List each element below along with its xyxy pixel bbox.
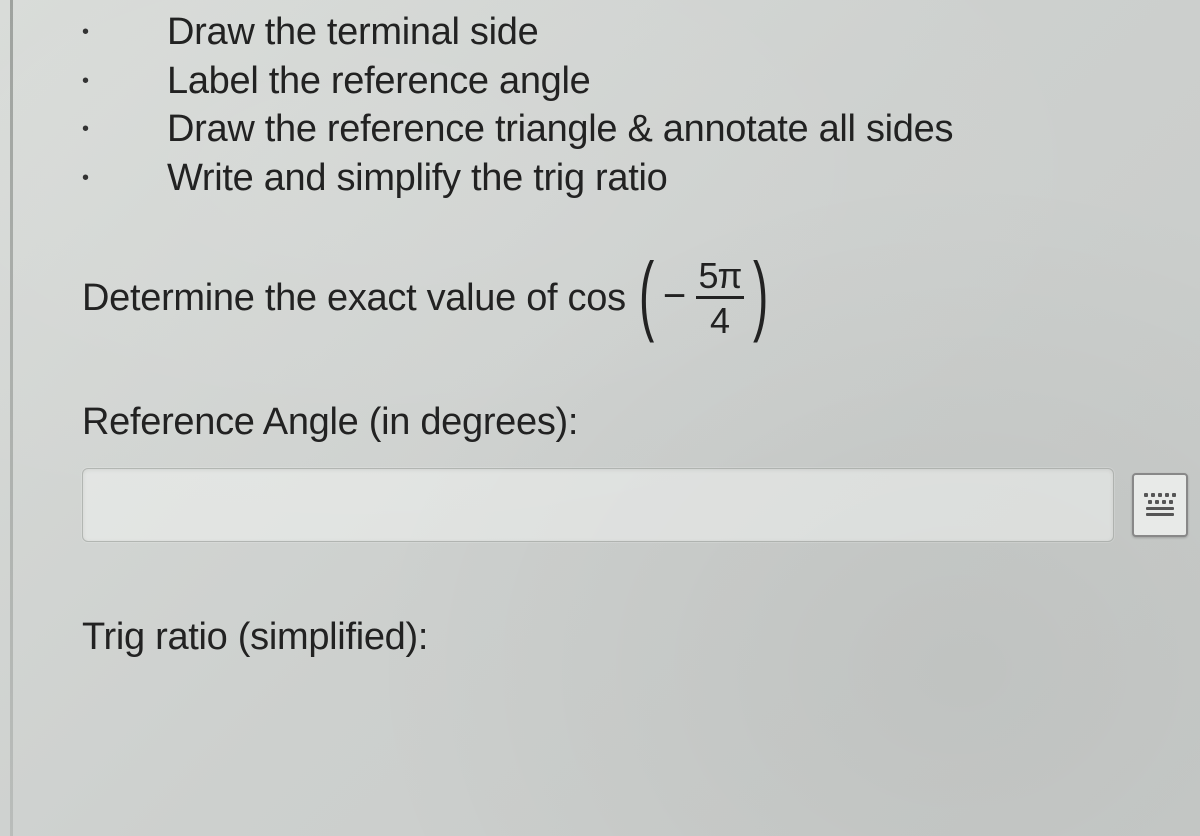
- left-paren: (: [639, 254, 654, 333]
- instruction-list: Draw the terminal side Label the referen…: [82, 8, 1180, 203]
- math-expression: − 5π 4: [661, 258, 746, 339]
- list-item: Write and simplify the trig ratio: [167, 154, 1180, 203]
- keypad-icon: [1144, 493, 1176, 516]
- reference-angle-label: Reference Angle (in degrees):: [82, 401, 1180, 444]
- fraction-numerator: 5π: [698, 258, 741, 296]
- fraction: 5π 4: [696, 258, 744, 339]
- fraction-denominator: 4: [696, 296, 744, 339]
- question-prompt: Determine the exact value of cos ( − 5π …: [82, 258, 1180, 339]
- list-item: Draw the terminal side: [167, 8, 1180, 57]
- question-text: Determine the exact value of cos: [82, 277, 626, 320]
- list-item: Draw the reference triangle & annotate a…: [167, 105, 1180, 154]
- reference-angle-input[interactable]: [82, 468, 1114, 542]
- math-keypad-button[interactable]: [1132, 473, 1188, 537]
- minus-sign: −: [663, 274, 686, 319]
- list-item: Label the reference angle: [167, 57, 1180, 106]
- trig-ratio-label: Trig ratio (simplified):: [82, 616, 1180, 659]
- question-content: Draw the terminal side Label the referen…: [0, 8, 1200, 659]
- right-paren: ): [753, 254, 768, 333]
- reference-angle-row: [82, 468, 1180, 542]
